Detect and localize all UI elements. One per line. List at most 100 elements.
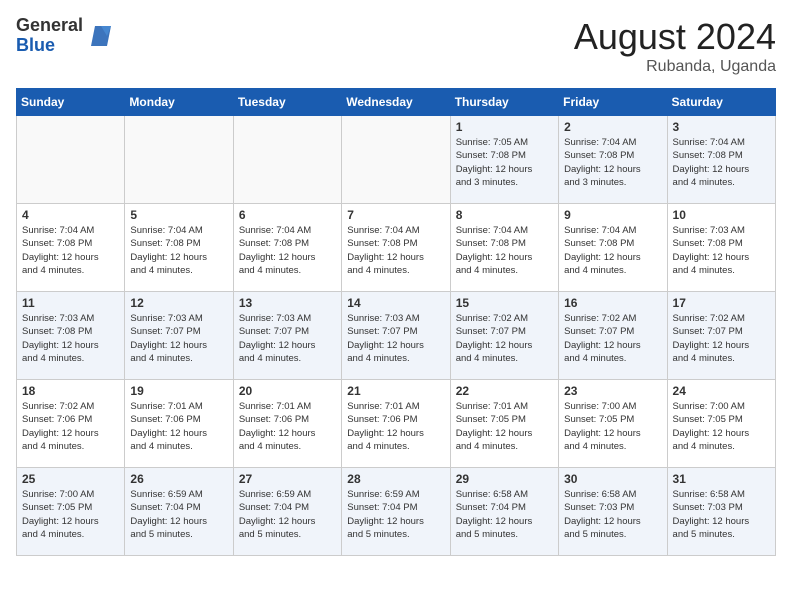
day-info: Sunrise: 7:03 AM Sunset: 7:08 PM Dayligh…	[673, 224, 770, 277]
day-info: Sunrise: 7:04 AM Sunset: 7:08 PM Dayligh…	[673, 136, 770, 189]
calendar-cell: 5 Sunrise: 7:04 AM Sunset: 7:08 PM Daylig…	[125, 204, 233, 292]
calendar-cell: 17 Sunrise: 7:02 AM Sunset: 7:07 PM Dayli…	[667, 292, 775, 380]
title-block: August 2024 Rubanda, Uganda	[574, 16, 776, 76]
day-number: 13	[239, 296, 336, 310]
day-number: 27	[239, 472, 336, 486]
day-info: Sunrise: 7:04 AM Sunset: 7:08 PM Dayligh…	[564, 136, 661, 189]
day-number: 6	[239, 208, 336, 222]
weekday-header-monday: Monday	[125, 89, 233, 116]
calendar-cell: 8Sunrise: 7:04 AM Sunset: 7:08 PM Daylig…	[450, 204, 558, 292]
calendar-cell: 23 Sunrise: 7:00 AM Sunset: 7:05 PM Dayli…	[559, 380, 667, 468]
calendar-cell: 28Sunrise: 6:59 AM Sunset: 7:04 PM Dayli…	[342, 468, 450, 556]
day-number: 15	[456, 296, 553, 310]
calendar-cell: 16Sunrise: 7:02 AM Sunset: 7:07 PM Dayli…	[559, 292, 667, 380]
calendar-cell: 29 Sunrise: 6:58 AM Sunset: 7:04 PM Dayli…	[450, 468, 558, 556]
calendar-cell	[17, 116, 125, 204]
day-number: 18	[22, 384, 119, 398]
day-info: Sunrise: 7:03 AM Sunset: 7:07 PM Dayligh…	[130, 312, 227, 365]
logo-general: General	[16, 16, 83, 36]
calendar-cell	[342, 116, 450, 204]
calendar-week-row: 4 Sunrise: 7:04 AM Sunset: 7:08 PM Daylig…	[17, 204, 776, 292]
calendar-cell: 9 Sunrise: 7:04 AM Sunset: 7:08 PM Daylig…	[559, 204, 667, 292]
calendar-cell: 31Sunrise: 6:58 AM Sunset: 7:03 PM Dayli…	[667, 468, 775, 556]
day-number: 12	[130, 296, 227, 310]
day-info: Sunrise: 7:01 AM Sunset: 7:05 PM Dayligh…	[456, 400, 553, 453]
day-number: 21	[347, 384, 444, 398]
day-number: 26	[130, 472, 227, 486]
day-info: Sunrise: 7:00 AM Sunset: 7:05 PM Dayligh…	[22, 488, 119, 541]
day-number: 9	[564, 208, 661, 222]
day-number: 29	[456, 472, 553, 486]
calendar-cell: 13 Sunrise: 7:03 AM Sunset: 7:07 PM Dayli…	[233, 292, 341, 380]
calendar-table: SundayMondayTuesdayWednesdayThursdayFrid…	[16, 88, 776, 556]
weekday-header-tuesday: Tuesday	[233, 89, 341, 116]
day-number: 23	[564, 384, 661, 398]
day-info: Sunrise: 7:02 AM Sunset: 7:07 PM Dayligh…	[673, 312, 770, 365]
day-info: Sunrise: 7:00 AM Sunset: 7:05 PM Dayligh…	[564, 400, 661, 453]
day-info: Sunrise: 6:58 AM Sunset: 7:03 PM Dayligh…	[564, 488, 661, 541]
location: Rubanda, Uganda	[574, 58, 776, 76]
calendar-cell: 12 Sunrise: 7:03 AM Sunset: 7:07 PM Dayli…	[125, 292, 233, 380]
day-number: 14	[347, 296, 444, 310]
day-number: 5	[130, 208, 227, 222]
day-info: Sunrise: 7:03 AM Sunset: 7:07 PM Dayligh…	[239, 312, 336, 365]
weekday-header-friday: Friday	[559, 89, 667, 116]
day-number: 20	[239, 384, 336, 398]
day-number: 22	[456, 384, 553, 398]
calendar-cell: 7 Sunrise: 7:04 AM Sunset: 7:08 PM Daylig…	[342, 204, 450, 292]
calendar-cell	[233, 116, 341, 204]
calendar-cell: 19Sunrise: 7:01 AM Sunset: 7:06 PM Dayli…	[125, 380, 233, 468]
weekday-header-thursday: Thursday	[450, 89, 558, 116]
calendar-week-row: 1 Sunrise: 7:05 AM Sunset: 7:08 PM Daylig…	[17, 116, 776, 204]
calendar-cell: 20 Sunrise: 7:01 AM Sunset: 7:06 PM Dayli…	[233, 380, 341, 468]
day-info: Sunrise: 7:00 AM Sunset: 7:05 PM Dayligh…	[673, 400, 770, 453]
day-number: 10	[673, 208, 770, 222]
day-info: Sunrise: 7:04 AM Sunset: 7:08 PM Dayligh…	[456, 224, 553, 277]
day-number: 11	[22, 296, 119, 310]
day-info: Sunrise: 7:04 AM Sunset: 7:08 PM Dayligh…	[347, 224, 444, 277]
day-info: Sunrise: 7:04 AM Sunset: 7:08 PM Dayligh…	[22, 224, 119, 277]
day-info: Sunrise: 7:01 AM Sunset: 7:06 PM Dayligh…	[239, 400, 336, 453]
day-number: 25	[22, 472, 119, 486]
day-info: Sunrise: 7:04 AM Sunset: 7:08 PM Dayligh…	[130, 224, 227, 277]
day-info: Sunrise: 7:05 AM Sunset: 7:08 PM Dayligh…	[456, 136, 553, 189]
day-number: 1	[456, 120, 553, 134]
day-info: Sunrise: 7:02 AM Sunset: 7:06 PM Dayligh…	[22, 400, 119, 453]
day-info: Sunrise: 7:02 AM Sunset: 7:07 PM Dayligh…	[456, 312, 553, 365]
day-info: Sunrise: 7:03 AM Sunset: 7:08 PM Dayligh…	[22, 312, 119, 365]
day-info: Sunrise: 6:58 AM Sunset: 7:03 PM Dayligh…	[673, 488, 770, 541]
day-number: 3	[673, 120, 770, 134]
day-info: Sunrise: 7:04 AM Sunset: 7:08 PM Dayligh…	[239, 224, 336, 277]
day-info: Sunrise: 7:03 AM Sunset: 7:07 PM Dayligh…	[347, 312, 444, 365]
day-info: Sunrise: 7:01 AM Sunset: 7:06 PM Dayligh…	[130, 400, 227, 453]
day-number: 17	[673, 296, 770, 310]
calendar-cell: 10 Sunrise: 7:03 AM Sunset: 7:08 PM Dayli…	[667, 204, 775, 292]
day-info: Sunrise: 7:04 AM Sunset: 7:08 PM Dayligh…	[564, 224, 661, 277]
page-header: General Blue August 2024 Rubanda, Uganda	[16, 16, 776, 76]
day-number: 4	[22, 208, 119, 222]
weekday-header-saturday: Saturday	[667, 89, 775, 116]
day-info: Sunrise: 6:59 AM Sunset: 7:04 PM Dayligh…	[347, 488, 444, 541]
day-number: 7	[347, 208, 444, 222]
calendar-cell: 15 Sunrise: 7:02 AM Sunset: 7:07 PM Dayli…	[450, 292, 558, 380]
calendar-cell: 24Sunrise: 7:00 AM Sunset: 7:05 PM Dayli…	[667, 380, 775, 468]
calendar-cell: 1 Sunrise: 7:05 AM Sunset: 7:08 PM Daylig…	[450, 116, 558, 204]
calendar-cell: 21 Sunrise: 7:01 AM Sunset: 7:06 PM Dayli…	[342, 380, 450, 468]
day-number: 30	[564, 472, 661, 486]
calendar-cell: 11 Sunrise: 7:03 AM Sunset: 7:08 PM Dayli…	[17, 292, 125, 380]
weekday-header-wednesday: Wednesday	[342, 89, 450, 116]
month-title: August 2024	[574, 16, 776, 58]
calendar-cell: 6 Sunrise: 7:04 AM Sunset: 7:08 PM Daylig…	[233, 204, 341, 292]
calendar-cell: 26Sunrise: 6:59 AM Sunset: 7:04 PM Dayli…	[125, 468, 233, 556]
calendar-cell: 30 Sunrise: 6:58 AM Sunset: 7:03 PM Dayli…	[559, 468, 667, 556]
calendar-week-row: 18 Sunrise: 7:02 AM Sunset: 7:06 PM Dayli…	[17, 380, 776, 468]
calendar-cell: 4 Sunrise: 7:04 AM Sunset: 7:08 PM Daylig…	[17, 204, 125, 292]
logo-icon	[87, 22, 115, 50]
day-info: Sunrise: 6:58 AM Sunset: 7:04 PM Dayligh…	[456, 488, 553, 541]
calendar-cell: 3 Sunrise: 7:04 AM Sunset: 7:08 PM Daylig…	[667, 116, 775, 204]
calendar-cell: 27 Sunrise: 6:59 AM Sunset: 7:04 PM Dayli…	[233, 468, 341, 556]
weekday-header-sunday: Sunday	[17, 89, 125, 116]
day-info: Sunrise: 6:59 AM Sunset: 7:04 PM Dayligh…	[239, 488, 336, 541]
logo-blue: Blue	[16, 36, 83, 56]
day-info: Sunrise: 7:01 AM Sunset: 7:06 PM Dayligh…	[347, 400, 444, 453]
